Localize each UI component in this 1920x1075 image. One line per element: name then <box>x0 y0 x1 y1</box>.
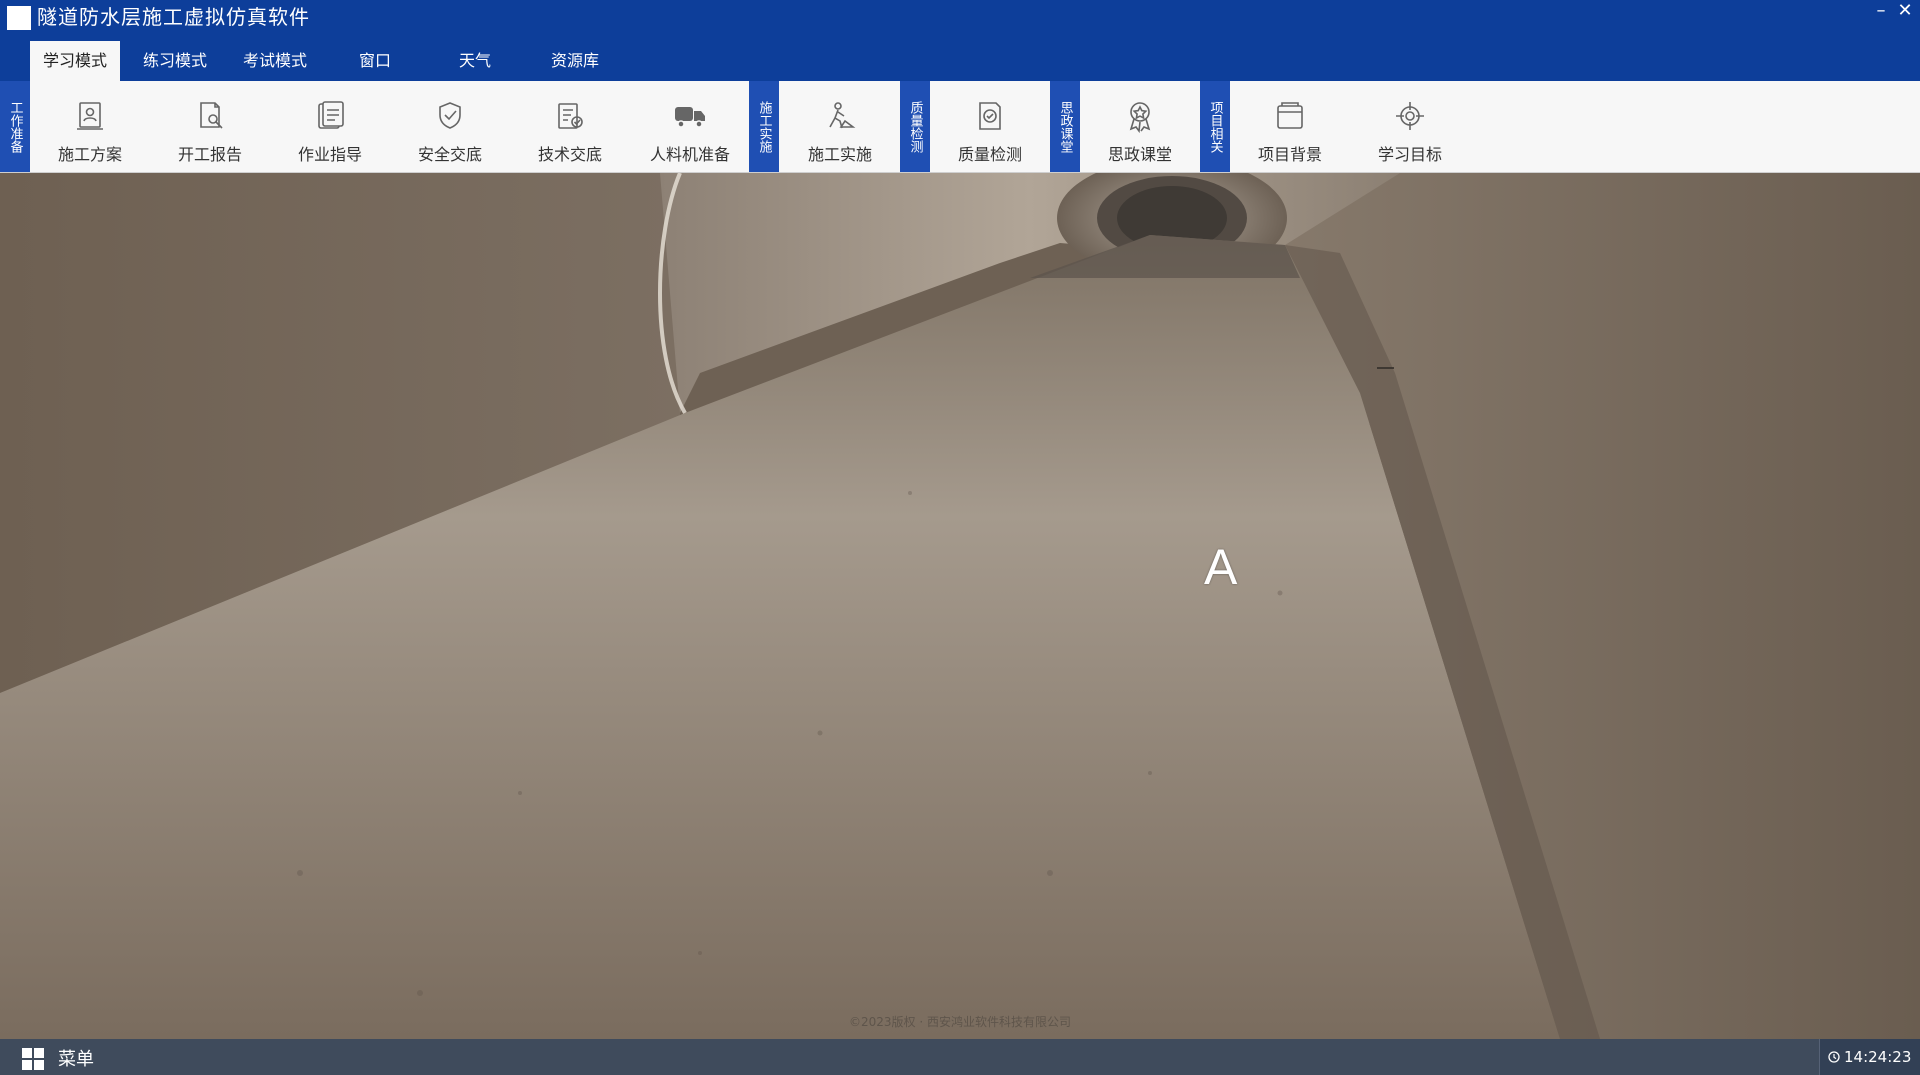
safety-briefing-label: 安全交底 <box>417 145 482 164</box>
tab-exam-mode[interactable]: 考试模式 <box>230 41 320 81</box>
app-title: 隧道防水层施工虚拟仿真软件 <box>37 5 310 29</box>
technical-briefing-label: 技术交底 <box>537 145 602 164</box>
learning-goal-button[interactable]: 学习目标 <box>1360 81 1460 172</box>
bottom-taskbar: 菜单 14:24:23 <box>0 1039 1920 1075</box>
windows-menu-icon[interactable] <box>22 1048 44 1070</box>
quality-inspection-button[interactable]: 质量检测 <box>940 81 1040 172</box>
work-guide-label: 作业指导 <box>297 145 362 164</box>
ideology-class-button[interactable]: 思政课堂 <box>1090 81 1190 172</box>
start-report-button[interactable]: 开工报告 <box>160 81 260 172</box>
labor-material-machine-label: 人料机准备 <box>649 145 730 164</box>
tab-resource-library[interactable]: 资源库 <box>530 41 620 81</box>
position-marker-a[interactable]: A <box>1204 538 1237 596</box>
tab-learning-mode[interactable]: 学习模式 <box>30 41 120 81</box>
labor-material-machine-button[interactable]: 人料机准备 <box>640 81 740 172</box>
copyright-watermark: ©2023版权 · 西安鸿业软件科技有限公司 <box>849 1015 1071 1029</box>
project-folder-icon <box>1273 99 1307 133</box>
tab-weather[interactable]: 天气 <box>430 41 520 81</box>
ribbon-toolbar: 工作准备 施工方案 开工报告 作业指导 安全交底 技术交底 人料机准备 施工实施… <box>0 81 1920 173</box>
quality-inspection-label: 质量检测 <box>957 145 1022 164</box>
guide-document-icon <box>313 99 347 133</box>
app-logo-icon <box>7 6 31 30</box>
construction-plan-button[interactable]: 施工方案 <box>40 81 140 172</box>
title-bar: 隧道防水层施工虚拟仿真软件 – ✕ <box>0 0 1920 35</box>
ideology-class-label: 思政课堂 <box>1107 145 1172 164</box>
target-icon <box>1393 99 1427 133</box>
minimize-button[interactable]: – <box>1868 0 1894 26</box>
technical-briefing-button[interactable]: 技术交底 <box>520 81 620 172</box>
safety-briefing-button[interactable]: 安全交底 <box>400 81 500 172</box>
quality-check-icon <box>973 99 1007 133</box>
safety-shield-icon <box>433 99 467 133</box>
close-button[interactable]: ✕ <box>1892 0 1918 26</box>
group-label-work-prep: 工作准备 <box>0 81 30 172</box>
group-label-construction: 施工实施 <box>749 81 779 172</box>
group-label-ideology: 思政课堂 <box>1050 81 1080 172</box>
construction-implement-label: 施工实施 <box>807 145 872 164</box>
clock: 14:24:23 <box>1819 1039 1920 1075</box>
start-report-label: 开工报告 <box>177 145 242 164</box>
clock-time: 14:24:23 <box>1844 1048 1912 1066</box>
document-user-icon <box>73 99 107 133</box>
tab-window[interactable]: 窗口 <box>330 41 420 81</box>
award-badge-icon <box>1123 99 1157 134</box>
worker-icon <box>823 99 857 133</box>
scene-viewport[interactable]: A ©2023版权 · 西安鸿业软件科技有限公司 <box>0 173 1920 1039</box>
work-guide-button[interactable]: 作业指导 <box>280 81 380 172</box>
project-background-button[interactable]: 项目背景 <box>1240 81 1340 172</box>
construction-implement-button[interactable]: 施工实施 <box>790 81 890 172</box>
group-label-project: 项目相关 <box>1200 81 1230 172</box>
menu-tab-bar: 学习模式 练习模式 考试模式 窗口 天气 资源库 <box>0 35 1920 81</box>
learning-goal-label: 学习目标 <box>1377 145 1442 164</box>
group-label-quality: 质量检测 <box>900 81 930 172</box>
tunnel-scene <box>0 173 1920 1039</box>
construction-plan-label: 施工方案 <box>57 145 122 164</box>
truck-icon <box>673 99 707 133</box>
clock-icon <box>1828 1051 1840 1063</box>
menu-button[interactable]: 菜单 <box>58 1045 94 1071</box>
tab-practice-mode[interactable]: 练习模式 <box>130 41 220 81</box>
tech-checklist-icon <box>553 99 587 133</box>
project-background-label: 项目背景 <box>1257 145 1322 164</box>
report-wrench-icon <box>193 99 227 133</box>
